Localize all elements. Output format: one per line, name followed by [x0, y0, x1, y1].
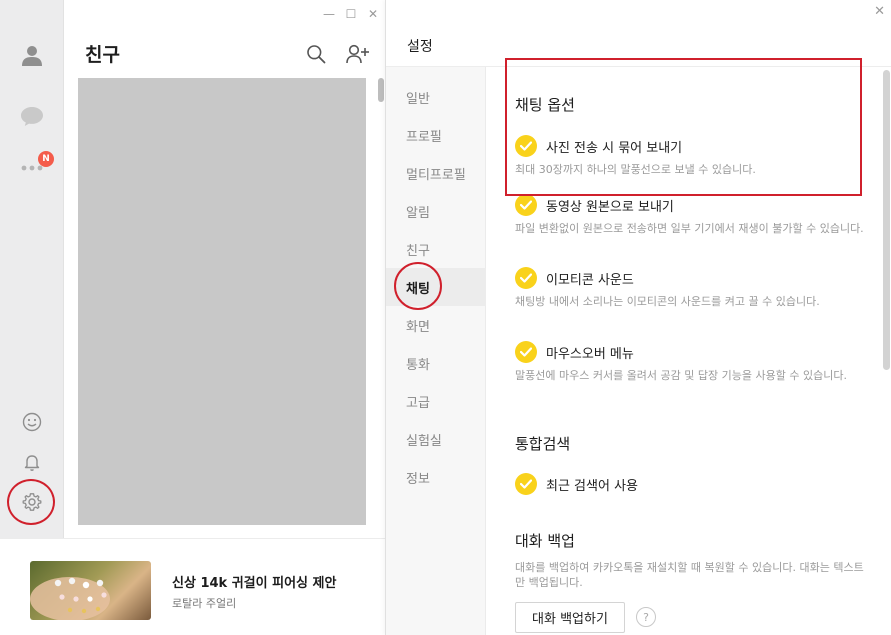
nav-item-labs[interactable]: 실험실	[386, 420, 486, 458]
nav-item-general[interactable]: 일반	[386, 78, 486, 116]
ad-subtitle: 로탈라 주얼리	[172, 597, 237, 610]
search-icon[interactable]	[306, 44, 326, 68]
ad-banner[interactable]: 신상 14k 귀걸이 피어싱 제안 로탈라 주얼리	[0, 538, 385, 635]
nav-item-call[interactable]: 통화	[386, 344, 486, 382]
option-video-original-toggle[interactable]: 동영상 원본으로 보내기	[515, 193, 865, 217]
window-controls: — ☐ ✕	[323, 6, 379, 22]
add-friend-icon[interactable]	[346, 44, 370, 68]
page-title: 친구	[85, 44, 120, 66]
gear-icon[interactable]	[0, 484, 64, 520]
option-description: 채팅방 내에서 소리나는 이모티콘의 사운드를 켜고 끌 수 있습니다.	[515, 295, 820, 308]
option-description: 파일 변환없이 원본으로 전송하면 일부 기기에서 재생이 불가할 수 있습니다…	[515, 222, 864, 235]
more-icon[interactable]	[0, 150, 64, 186]
option-description: 최대 30장까지 하나의 말풍선으로 보낼 수 있습니다.	[515, 163, 756, 176]
friends-scrollbar[interactable]	[378, 78, 384, 102]
settings-close-button[interactable]: ✕	[874, 4, 885, 19]
backup-description: 대화를 백업하여 카카오톡을 재설치할 때 복원할 수 있습니다. 대화는 텍스…	[515, 561, 864, 589]
nav-item-multiprofile[interactable]: 멀티프로필	[386, 154, 486, 192]
minimize-button[interactable]: —	[323, 6, 335, 22]
section-title-search: 통합검색	[515, 435, 571, 453]
settings-nav: 일반 프로필 멀티프로필 알림 친구 채팅 화면 통화 고급 실험실 정보	[386, 67, 486, 635]
nav-item-chat[interactable]: 채팅	[386, 268, 486, 306]
option-mouseover-menu-toggle[interactable]: 마우스오버 메뉴	[515, 340, 865, 364]
checkmark-icon	[515, 135, 537, 157]
nav-item-display[interactable]: 화면	[386, 306, 486, 344]
section-title-chat-options: 채팅 옵션	[515, 96, 575, 114]
option-label: 동영상 원본으로 보내기	[546, 199, 674, 215]
option-video-original: 동영상 원본으로 보내기 파일 변환없이 원본으로 전송하면 일부 기기에서 재…	[515, 193, 865, 236]
checkmark-icon	[515, 194, 537, 216]
checkmark-icon	[515, 473, 537, 495]
nav-item-advanced[interactable]: 고급	[386, 382, 486, 420]
ad-image	[30, 561, 151, 620]
notification-badge: N	[38, 151, 54, 167]
content-scrollbar[interactable]	[883, 70, 890, 370]
option-label: 최근 검색어 사용	[546, 478, 638, 494]
option-photo-bundle-toggle[interactable]: 사진 전송 시 묶어 보내기	[515, 134, 865, 158]
section-title-backup: 대화 백업	[515, 532, 575, 550]
option-mouseover-menu: 마우스오버 메뉴 말풍선에 마우스 커서를 올려서 공감 및 답장 기능을 사용…	[515, 340, 865, 383]
checkmark-icon	[515, 341, 537, 363]
nav-item-profile[interactable]: 프로필	[386, 116, 486, 154]
option-emoticon-sound: 이모티콘 사운드 채팅방 내에서 소리나는 이모티콘의 사운드를 켜고 끌 수 …	[515, 266, 865, 309]
settings-title: 설정	[407, 39, 433, 55]
option-label: 이모티콘 사운드	[546, 272, 634, 288]
person-icon[interactable]	[0, 37, 64, 73]
option-recent-search: 최근 검색어 사용	[515, 472, 865, 496]
help-icon[interactable]: ?	[636, 607, 656, 627]
option-recent-search-toggle[interactable]: 최근 검색어 사용	[515, 472, 865, 496]
option-label: 마우스오버 메뉴	[546, 346, 634, 362]
emoticon-icon[interactable]	[0, 404, 64, 440]
friends-list-redacted	[78, 78, 366, 525]
close-button[interactable]: ✕	[367, 6, 379, 22]
settings-window: ✕ 설정 일반 프로필 멀티프로필 알림 친구 채팅 화면 통화 고급 실험실 …	[385, 0, 891, 635]
maximize-button[interactable]: ☐	[345, 6, 357, 22]
backup-description-wrap: 대화를 백업하여 카카오톡을 재설치할 때 복원할 수 있습니다. 대화는 텍스…	[515, 560, 865, 590]
checkmark-icon	[515, 267, 537, 289]
bell-icon[interactable]	[0, 444, 64, 480]
chat-icon[interactable]	[0, 98, 64, 134]
nav-item-notifications[interactable]: 알림	[386, 192, 486, 230]
settings-content: 채팅 옵션 사진 전송 시 묶어 보내기 최대 30장까지 하나의 말풍선으로 …	[487, 67, 881, 635]
ad-title: 신상 14k 귀걸이 피어싱 제안	[172, 576, 337, 591]
option-emoticon-sound-toggle[interactable]: 이모티콘 사운드	[515, 266, 865, 290]
option-label: 사진 전송 시 묶어 보내기	[546, 140, 683, 156]
nav-item-info[interactable]: 정보	[386, 458, 486, 496]
option-description: 말풍선에 마우스 커서를 올려서 공감 및 답장 기능을 사용할 수 있습니다.	[515, 369, 847, 382]
backup-button[interactable]: 대화 백업하기	[515, 602, 625, 633]
option-photo-bundle: 사진 전송 시 묶어 보내기 최대 30장까지 하나의 말풍선으로 보낼 수 있…	[515, 134, 865, 177]
nav-item-friends[interactable]: 친구	[386, 230, 486, 268]
